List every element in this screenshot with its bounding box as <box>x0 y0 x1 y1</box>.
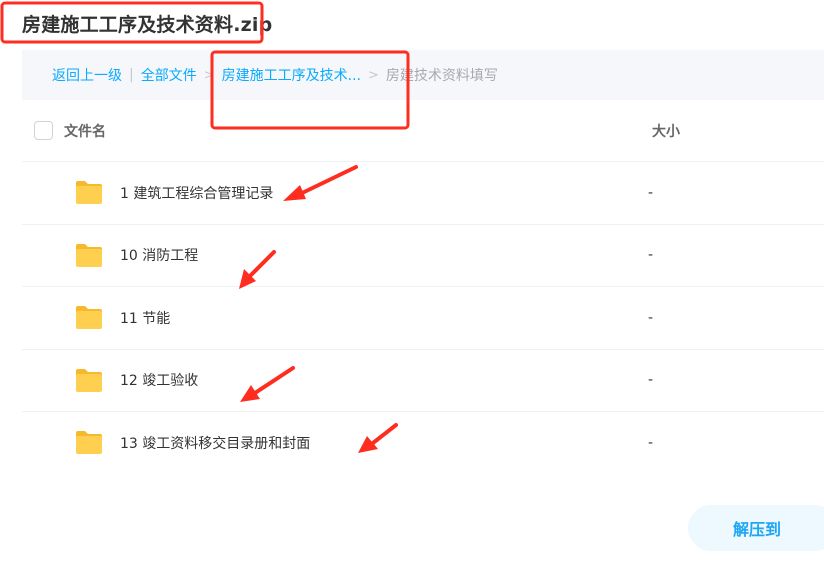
column-header-name[interactable]: 文件名 <box>64 121 106 141</box>
file-name: 13 竣工资料移交目录册和封面 <box>120 436 311 453</box>
file-name: 1 建筑工程综合管理记录 <box>120 185 274 202</box>
file-size: - <box>648 435 654 452</box>
extract-to-button[interactable]: 解压到 <box>688 505 824 551</box>
select-all-checkbox[interactable] <box>34 121 53 140</box>
breadcrumb: 返回上一级 | 全部文件 > 房建施工工序及技术... > 房建技术资料填写 <box>22 50 824 100</box>
folder-icon <box>76 306 102 329</box>
column-header-size[interactable]: 大小 <box>652 121 680 141</box>
table-header: 文件名 大小 <box>22 100 824 162</box>
breadcrumb-item-current-folder: 房建技术资料填写 <box>385 68 498 84</box>
file-size: - <box>648 184 654 201</box>
file-size: - <box>648 309 654 326</box>
breadcrumb-divider: | <box>129 67 134 83</box>
folder-icon <box>76 181 102 204</box>
file-row[interactable]: 1 建筑工程综合管理记录 - <box>22 162 824 225</box>
folder-icon <box>76 431 102 454</box>
file-size: - <box>648 372 654 389</box>
file-name: 12 竣工验收 <box>120 373 199 390</box>
archive-title: 房建施工工序及技术资料.zip <box>22 14 273 36</box>
chevron-right-icon: > <box>203 67 215 83</box>
folder-icon <box>76 243 102 267</box>
breadcrumb-item-all-files[interactable]: 全部文件 <box>141 65 197 85</box>
file-row[interactable]: 11 节能 - <box>22 287 824 350</box>
file-list: 1 建筑工程综合管理记录 - 10 消防工程 - 11 节能 - 12 竣工验收… <box>22 162 824 475</box>
file-row[interactable]: 13 竣工资料移交目录册和封面 - <box>22 412 824 475</box>
folder-icon <box>76 368 102 392</box>
file-name: 11 节能 <box>120 310 171 327</box>
chevron-right-icon: > <box>367 67 379 83</box>
breadcrumb-item-parent-folder[interactable]: 房建施工工序及技术... <box>222 65 361 85</box>
file-row[interactable]: 12 竣工验收 - <box>22 350 824 412</box>
file-name: 10 消防工程 <box>120 248 199 265</box>
breadcrumb-back-link[interactable]: 返回上一级 <box>52 65 122 85</box>
file-size: - <box>648 247 654 264</box>
file-row[interactable]: 10 消防工程 - <box>22 225 824 287</box>
